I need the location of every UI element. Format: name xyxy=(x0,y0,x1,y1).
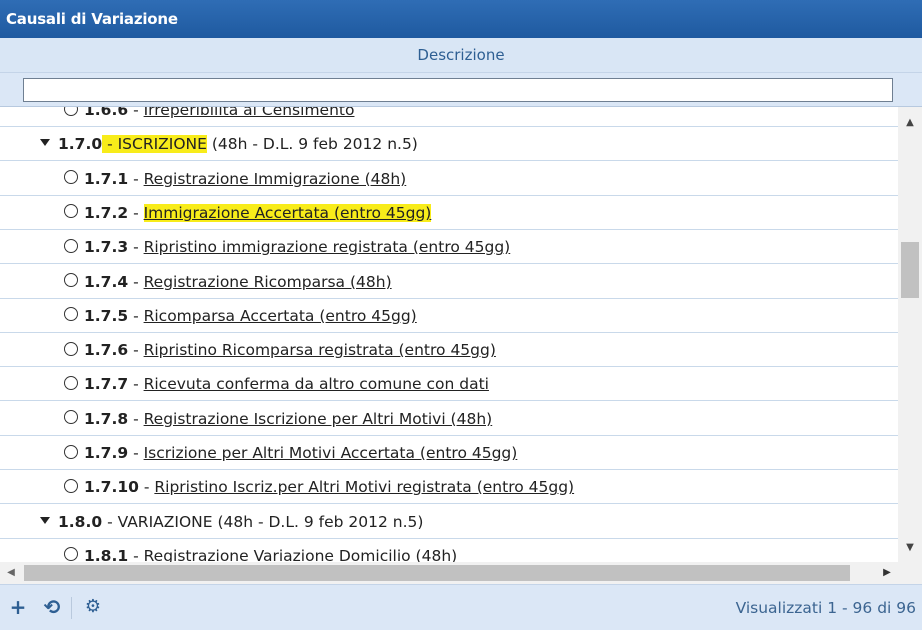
separator-text: - xyxy=(128,238,144,257)
group-name-text: ISCRIZIONE xyxy=(117,135,207,154)
grid-footer: + ⟲ ⚙ Visualizzati 1 - 96 di 96 xyxy=(0,584,922,630)
group-name-text: VARIAZIONE xyxy=(117,512,213,531)
group-suffix: (48h - D.L. 9 feb 2012 n.5) xyxy=(212,512,424,531)
radio-button[interactable] xyxy=(64,547,78,562)
expand-arrow-icon[interactable] xyxy=(40,516,50,524)
scrollbar-corner xyxy=(898,562,922,584)
filter-row xyxy=(0,73,922,107)
separator-text: - xyxy=(128,107,144,119)
leaf-code: 1.7.5 xyxy=(84,306,129,325)
tree-list: 1.6.6 - Irreperibilità al Censimento 1.7.… xyxy=(0,107,898,562)
radio-button[interactable] xyxy=(64,444,78,459)
separator-text: - xyxy=(138,478,155,497)
tree-leaf-row[interactable]: 1.7.2 - Immigrazione Accertata (entro 45… xyxy=(0,196,898,230)
tree-leaf-row[interactable]: 1.7.7 - Ricevuta conferma da altro comun… xyxy=(0,367,898,402)
toolbar-separator xyxy=(71,597,72,619)
leaf-link[interactable]: Iscrizione per Altri Motivi Accertata (e… xyxy=(144,444,518,462)
record-count-status: Visualizzati 1 - 96 di 96 xyxy=(735,599,916,617)
scroll-up-arrow-icon[interactable]: ▲ xyxy=(898,111,922,135)
leaf-link[interactable]: Immigrazione Accertata (entro 45gg) xyxy=(143,203,432,222)
window-title: Causali di Variazione xyxy=(0,0,922,38)
leaf-code: 1.7.7 xyxy=(84,375,129,394)
leaf-code: 1.8.1 xyxy=(84,546,129,562)
tree-leaf-row[interactable]: 1.7.4 - Registrazione Ricomparsa (48h) xyxy=(0,265,898,299)
tree-leaf-row[interactable]: 1.7.9 - Iscrizione per Altri Motivi Acce… xyxy=(0,436,898,470)
vertical-scrollbar[interactable]: ▲ ▼ xyxy=(898,107,922,562)
column-header-descrizione[interactable]: Descrizione xyxy=(0,38,922,73)
horizontal-scroll-thumb[interactable] xyxy=(24,565,850,581)
separator-text: - xyxy=(128,203,144,222)
leaf-link[interactable]: Ripristino immigrazione registrata (entr… xyxy=(144,238,511,256)
radio-button[interactable] xyxy=(64,170,78,185)
radio-button[interactable] xyxy=(64,273,78,287)
tree-leaf-row[interactable]: 1.6.6 - Irreperibilità al Censimento xyxy=(0,107,898,127)
separator-text: - xyxy=(128,409,144,428)
tree-group-row[interactable]: 1.7.0 - ISCRIZIONE (48h - D.L. 9 feb 201… xyxy=(0,127,898,162)
gear-icon[interactable]: ⚙ xyxy=(81,595,105,619)
separator-text: - xyxy=(102,135,118,154)
leaf-code: 1.7.3 xyxy=(84,238,129,257)
radio-button[interactable] xyxy=(64,375,78,390)
tree-leaf-row[interactable]: 1.7.1 - Registrazione Immigrazione (48h) xyxy=(0,162,898,196)
scroll-down-arrow-icon[interactable]: ▼ xyxy=(898,536,922,560)
tree-leaf-row[interactable]: 1.7.6 - Ripristino Ricomparsa registrata… xyxy=(0,333,898,368)
tree-group-row[interactable]: 1.8.0 - VARIAZIONE (48h - D.L. 9 feb 201… xyxy=(0,505,898,539)
radio-button[interactable] xyxy=(64,410,78,425)
leaf-link[interactable]: Registrazione Ricomparsa (48h) xyxy=(144,273,392,291)
leaf-code: 1.7.2 xyxy=(84,203,129,222)
group-name: - ISCRIZIONE xyxy=(102,135,207,154)
leaf-code: 1.7.6 xyxy=(84,341,129,360)
radio-button[interactable] xyxy=(64,107,78,116)
vertical-scroll-thumb[interactable] xyxy=(901,242,919,298)
group-code: 1.7.0 xyxy=(58,135,103,154)
leaf-code: 1.7.4 xyxy=(84,272,129,291)
leaf-link[interactable]: Ricomparsa Accertata (entro 45gg) xyxy=(144,307,417,325)
group-suffix: (48h - D.L. 9 feb 2012 n.5) xyxy=(206,135,418,154)
radio-button[interactable] xyxy=(64,478,78,493)
tree-leaf-row[interactable]: 1.7.5 - Ricomparsa Accertata (entro 45gg… xyxy=(0,299,898,333)
leaf-code: 1.7.10 xyxy=(84,478,139,497)
separator-text: - xyxy=(128,375,144,394)
leaf-code: 1.6.6 xyxy=(84,107,129,119)
refresh-icon[interactable]: ⟲ xyxy=(40,595,64,619)
group-name: - VARIAZIONE xyxy=(102,513,212,531)
separator-text: - xyxy=(128,444,144,462)
filter-input[interactable] xyxy=(23,78,893,102)
scroll-left-arrow-icon[interactable]: ◀ xyxy=(0,562,22,584)
scroll-right-arrow-icon[interactable]: ▶ xyxy=(876,562,898,584)
radio-button[interactable] xyxy=(64,204,78,219)
radio-button[interactable] xyxy=(64,238,78,253)
separator-text: - xyxy=(128,272,144,291)
radio-button[interactable] xyxy=(64,341,78,356)
leaf-link[interactable]: Registrazione Immigrazione (48h) xyxy=(144,170,407,188)
leaf-link[interactable]: Registrazione Variazione Domicilio (48h) xyxy=(144,547,458,562)
tree-leaf-row[interactable]: 1.7.10 - Ripristino Iscriz.per Altri Mot… xyxy=(0,470,898,505)
leaf-code: 1.7.8 xyxy=(84,409,129,428)
leaf-code: 1.7.9 xyxy=(84,444,129,462)
separator-text: - xyxy=(102,512,118,531)
separator-text: - xyxy=(128,306,144,325)
horizontal-scrollbar[interactable]: ◀ ▶ xyxy=(0,562,898,584)
tree-leaf-row[interactable]: 1.7.3 - Ripristino immigrazione registra… xyxy=(0,230,898,265)
leaf-link[interactable]: Registrazione Iscrizione per Altri Motiv… xyxy=(144,410,493,428)
leaf-link[interactable]: Ripristino Ricomparsa registrata (entro … xyxy=(144,341,496,359)
separator-text: - xyxy=(128,341,144,360)
tree-leaf-row[interactable]: 1.7.8 - Registrazione Iscrizione per Alt… xyxy=(0,402,898,436)
radio-button[interactable] xyxy=(64,307,78,322)
leaf-link[interactable]: Ripristino Iscriz.per Altri Motivi regis… xyxy=(154,478,574,496)
leaf-code: 1.7.1 xyxy=(84,169,129,188)
tree-leaf-row[interactable]: 1.8.1 - Registrazione Variazione Domicil… xyxy=(0,539,898,562)
group-code: 1.8.0 xyxy=(58,512,103,531)
leaf-link[interactable]: Irreperibilità al Censimento xyxy=(144,107,355,119)
leaf-link[interactable]: Ricevuta conferma da altro comune con da… xyxy=(144,375,489,393)
plus-icon[interactable]: + xyxy=(6,595,30,619)
separator-text: - xyxy=(128,169,144,188)
separator-text: - xyxy=(128,546,144,562)
expand-arrow-icon[interactable] xyxy=(40,139,50,147)
